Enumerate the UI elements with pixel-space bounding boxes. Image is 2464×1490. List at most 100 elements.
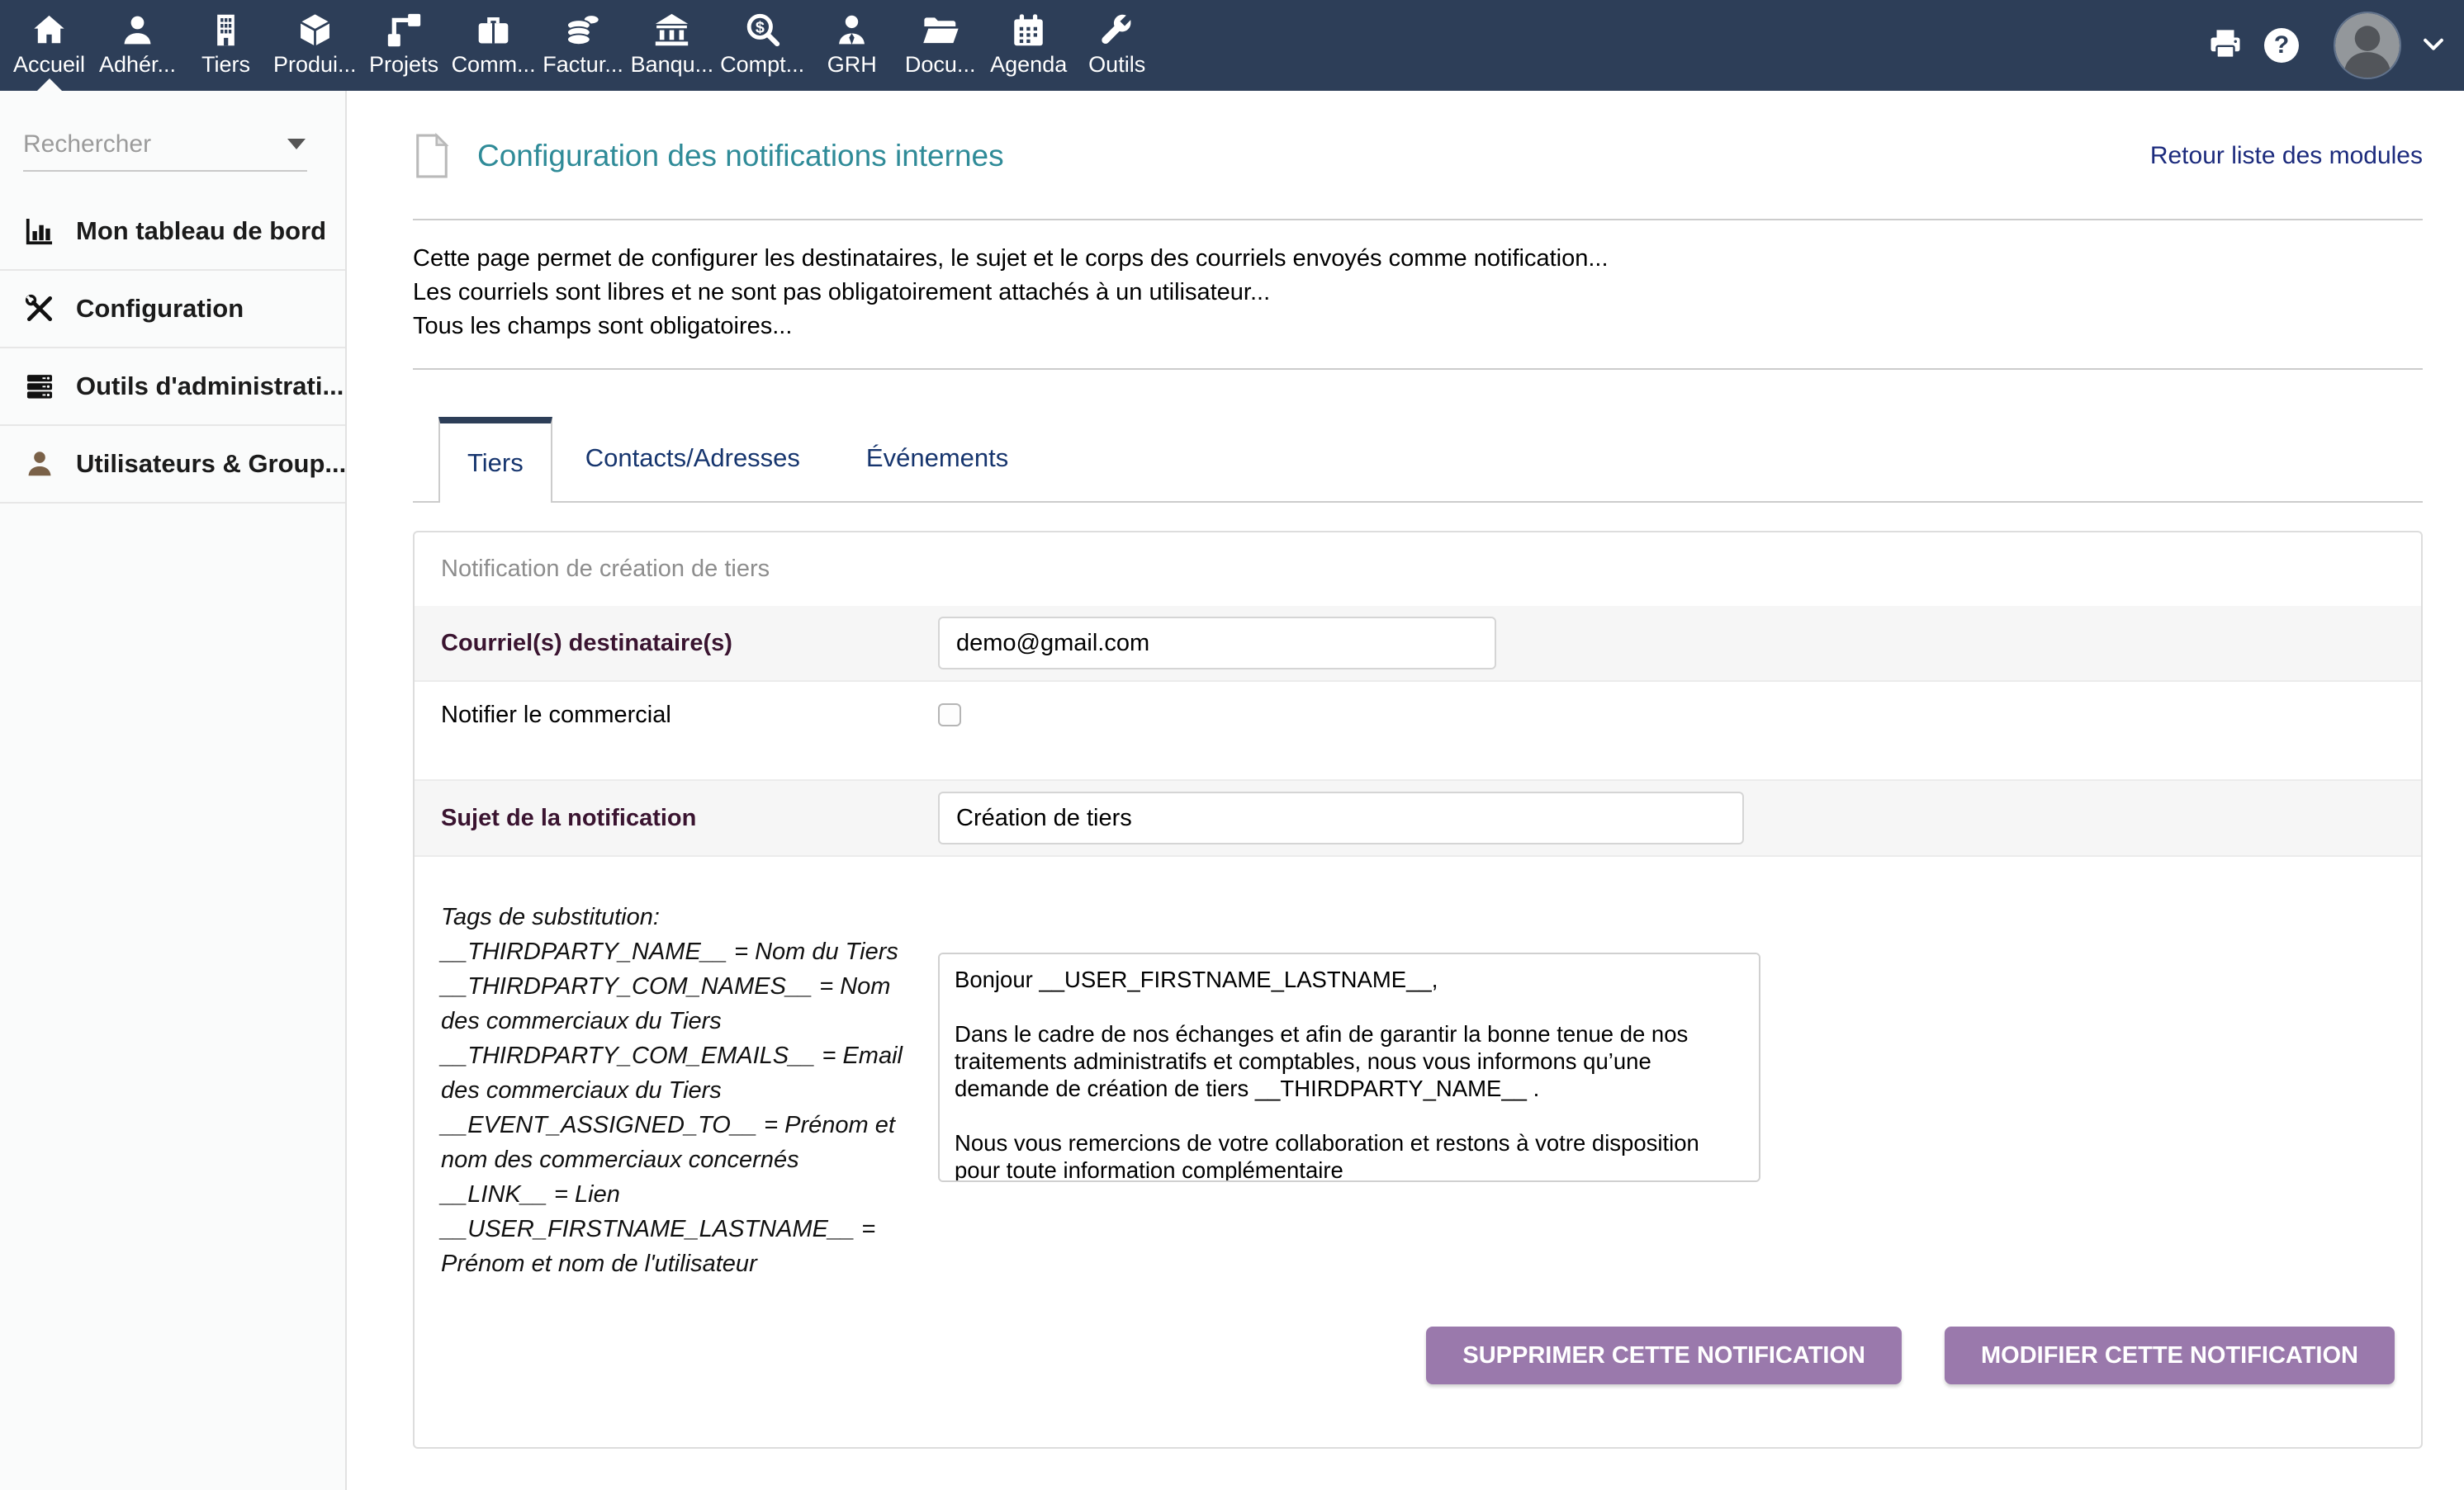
commerce-briefcase-icon (475, 10, 512, 50)
nav-item-documents[interactable]: Docu... (896, 0, 984, 91)
nav-item-label: Tiers (201, 52, 250, 78)
agenda-calendar-icon (1010, 10, 1047, 50)
hrm-user-tie-icon (833, 10, 870, 50)
tag-line: __USER_FIRSTNAME_LASTNAME__ = Prénom et … (441, 1212, 923, 1281)
body-row: Tags de substitution: __THIRDPARTY_NAME_… (415, 855, 2421, 1305)
notify-sales-row: Notifier le commercial (415, 680, 2421, 779)
user-menu-chevron-down-icon[interactable] (2419, 30, 2447, 62)
bar-chart-icon (23, 215, 56, 248)
documents-folder-icon (922, 10, 959, 50)
navbar-right-tools: ? (2187, 0, 2464, 91)
nav-item-commerce[interactable]: Comm... (448, 0, 539, 91)
tab-tiers[interactable]: Tiers (438, 417, 552, 503)
subject-input[interactable] (938, 792, 1744, 844)
recipients-label: Courriel(s) destinataire(s) (441, 630, 938, 657)
subject-label: Sujet de la notification (441, 805, 938, 832)
nav-item-produits[interactable]: Produi... (270, 0, 360, 91)
notify-sales-label: Notifier le commercial (441, 702, 938, 729)
notification-tabs: Tiers Contacts/Adresses Événements (413, 415, 2423, 503)
intro-line: Cette page permet de configurer les dest… (413, 242, 2423, 276)
svg-text:$: $ (756, 18, 765, 36)
search-input[interactable] (23, 130, 307, 158)
nav-item-label: Produi... (273, 52, 357, 78)
nav-item-grh[interactable]: GRH (808, 0, 896, 91)
sidebar-item-label: Outils d'administrati... (76, 371, 344, 401)
nav-item-label: Compt... (720, 52, 804, 78)
sidebar-search (23, 130, 307, 172)
member-icon (119, 10, 156, 50)
accounting-search-dollar-icon: $ (744, 10, 781, 50)
body-textarea[interactable]: Bonjour __USER_FIRSTNAME_LASTNAME__, Dan… (938, 953, 1760, 1182)
nav-item-comptabilite[interactable]: $ Compt... (717, 0, 808, 91)
recipients-row: Courriel(s) destinataire(s) (415, 606, 2421, 680)
nav-item-facturation[interactable]: Factur... (539, 0, 628, 91)
nav-item-label: Adhér... (99, 52, 176, 78)
top-navbar: Accueil Adhér... Tiers Produi... Projets… (0, 0, 2464, 91)
sidebar-item-users-groups[interactable]: Utilisateurs & Group... (0, 426, 345, 504)
nav-item-adherents[interactable]: Adhér... (93, 0, 182, 91)
left-sidebar: Mon tableau de bord Configuration Outils… (0, 91, 347, 1490)
printer-icon (2208, 26, 2243, 65)
tag-line: __THIRDPARTY_COM_NAMES__ = Nom des comme… (441, 969, 923, 1038)
help-question-icon: ? (2264, 28, 2299, 63)
main-menu: Accueil Adhér... Tiers Produi... Projets… (0, 0, 1161, 91)
user-icon (23, 447, 56, 480)
tab-contacts-adresses[interactable]: Contacts/Adresses (552, 415, 833, 501)
nav-item-agenda[interactable]: Agenda (984, 0, 1073, 91)
subject-row: Sujet de la notification (415, 779, 2421, 855)
intro-line: Tous les champs sont obligatoires... (413, 310, 2423, 343)
intro-line: Les courriels sont libres et ne sont pas… (413, 276, 2423, 310)
sidebar-menu: Mon tableau de bord Configuration Outils… (0, 193, 345, 504)
nav-item-label: Agenda (990, 52, 1067, 78)
recipients-input[interactable] (938, 617, 1496, 669)
substitution-tags-help: Tags de substitution: __THIRDPARTY_NAME_… (441, 857, 938, 1281)
notification-card: Notification de création de tiers Courri… (413, 531, 2423, 1449)
tags-title: Tags de substitution: (441, 900, 923, 934)
billing-coins-icon (565, 10, 602, 50)
tools-wrench-icon (1098, 10, 1135, 50)
nav-item-tiers[interactable]: Tiers (182, 0, 270, 91)
tab-evenements[interactable]: Événements (833, 415, 1041, 501)
section-title: Notification de création de tiers (415, 532, 2421, 606)
search-dropdown-caret-icon[interactable] (287, 139, 306, 149)
page-file-icon (413, 132, 451, 180)
divider (413, 219, 2423, 220)
thirdparty-building-icon (207, 10, 244, 50)
tag-line: __LINK__ = Lien (441, 1177, 923, 1212)
print-button[interactable] (2208, 26, 2243, 65)
tools-crossed-icon (23, 292, 56, 325)
nav-item-label: Outils (1088, 52, 1145, 78)
nav-item-label: Projets (369, 52, 438, 78)
nav-item-label: Docu... (905, 52, 976, 78)
intro-text: Cette page permet de configurer les dest… (413, 242, 2423, 343)
nav-item-banques[interactable]: Banqu... (628, 0, 718, 91)
modify-notification-button[interactable]: MODIFIER CETTE NOTIFICATION (1945, 1327, 2395, 1384)
page-title: Configuration des notifications internes (477, 139, 1004, 173)
nav-item-accueil[interactable]: Accueil (5, 0, 93, 91)
page-header: Configuration des notifications internes… (413, 132, 2423, 180)
notify-sales-checkbox[interactable] (938, 703, 961, 726)
project-sitemap-icon (386, 10, 423, 50)
tag-line: __THIRDPARTY_COM_EMAILS__ = Email des co… (441, 1038, 923, 1108)
nav-item-projets[interactable]: Projets (360, 0, 448, 91)
sidebar-item-label: Mon tableau de bord (76, 216, 326, 246)
sidebar-item-admin-tools[interactable]: Outils d'administrati... (0, 348, 345, 426)
back-to-modules-link[interactable]: Retour liste des modules (2150, 142, 2423, 170)
product-cube-icon (296, 10, 334, 50)
main-content: Configuration des notifications internes… (347, 91, 2464, 1490)
nav-item-label: Comm... (452, 52, 536, 78)
nav-item-label: Accueil (13, 52, 85, 78)
bank-icon (653, 10, 690, 50)
divider (413, 368, 2423, 370)
nav-item-outils[interactable]: Outils (1073, 0, 1161, 91)
home-icon (31, 10, 68, 50)
user-avatar[interactable] (2334, 12, 2401, 79)
sidebar-item-label: Utilisateurs & Group... (76, 449, 346, 479)
help-button[interactable]: ? (2264, 28, 2299, 63)
sidebar-item-configuration[interactable]: Configuration (0, 271, 345, 348)
tag-line: __EVENT_ASSIGNED_TO__ = Prénom et nom de… (441, 1108, 923, 1177)
tag-line: __THIRDPARTY_NAME__ = Nom du Tiers (441, 934, 923, 969)
sidebar-item-dashboard[interactable]: Mon tableau de bord (0, 193, 345, 271)
delete-notification-button[interactable]: SUPPRIMER CETTE NOTIFICATION (1426, 1327, 1902, 1384)
card-actions: SUPPRIMER CETTE NOTIFICATION MODIFIER CE… (415, 1305, 2421, 1447)
